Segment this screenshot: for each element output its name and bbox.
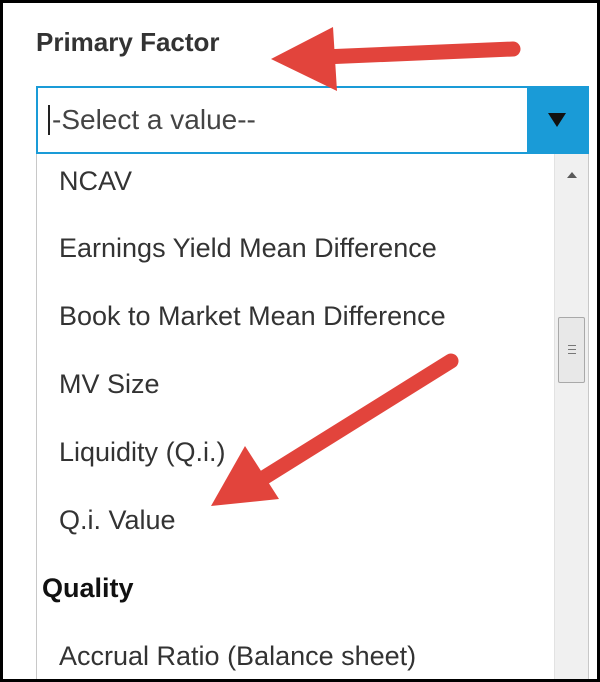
option-earnings-yield-mean-difference[interactable]: Earnings Yield Mean Difference <box>59 231 437 265</box>
option-mv-size[interactable]: MV Size <box>59 367 160 401</box>
options-listbox[interactable]: NCAV Earnings Yield Mean Difference Book… <box>36 154 589 679</box>
chevron-down-icon <box>548 113 566 127</box>
primary-factor-select[interactable]: -Select a value-- <box>36 86 589 154</box>
scroll-up-button[interactable] <box>555 162 588 188</box>
option-book-to-market-mean-difference[interactable]: Book to Market Mean Difference <box>59 299 446 333</box>
option-accrual-ratio-balance-sheet[interactable]: Accrual Ratio (Balance sheet) <box>59 639 416 673</box>
select-value-text: -Select a value-- <box>52 104 256 135</box>
scroll-up-icon <box>566 172 577 178</box>
annotation-arrow-to-label <box>271 27 521 91</box>
scrollbar-thumb[interactable] <box>558 317 585 383</box>
option-ncav[interactable]: NCAV <box>59 164 132 198</box>
option-qi-value[interactable]: Q.i. Value <box>59 503 176 537</box>
select-current-value[interactable]: -Select a value-- <box>48 88 256 152</box>
dropdown-button[interactable] <box>527 88 587 152</box>
primary-factor-label: Primary Factor <box>36 27 220 57</box>
screenshot-frame: Primary Factor -Select a value-- NCAV Ea… <box>0 0 600 682</box>
listbox-scrollbar[interactable] <box>554 154 588 679</box>
option-liquidity-qi[interactable]: Liquidity (Q.i.) <box>59 435 226 469</box>
group-quality-label: Quality <box>42 573 134 603</box>
text-caret <box>48 104 50 135</box>
